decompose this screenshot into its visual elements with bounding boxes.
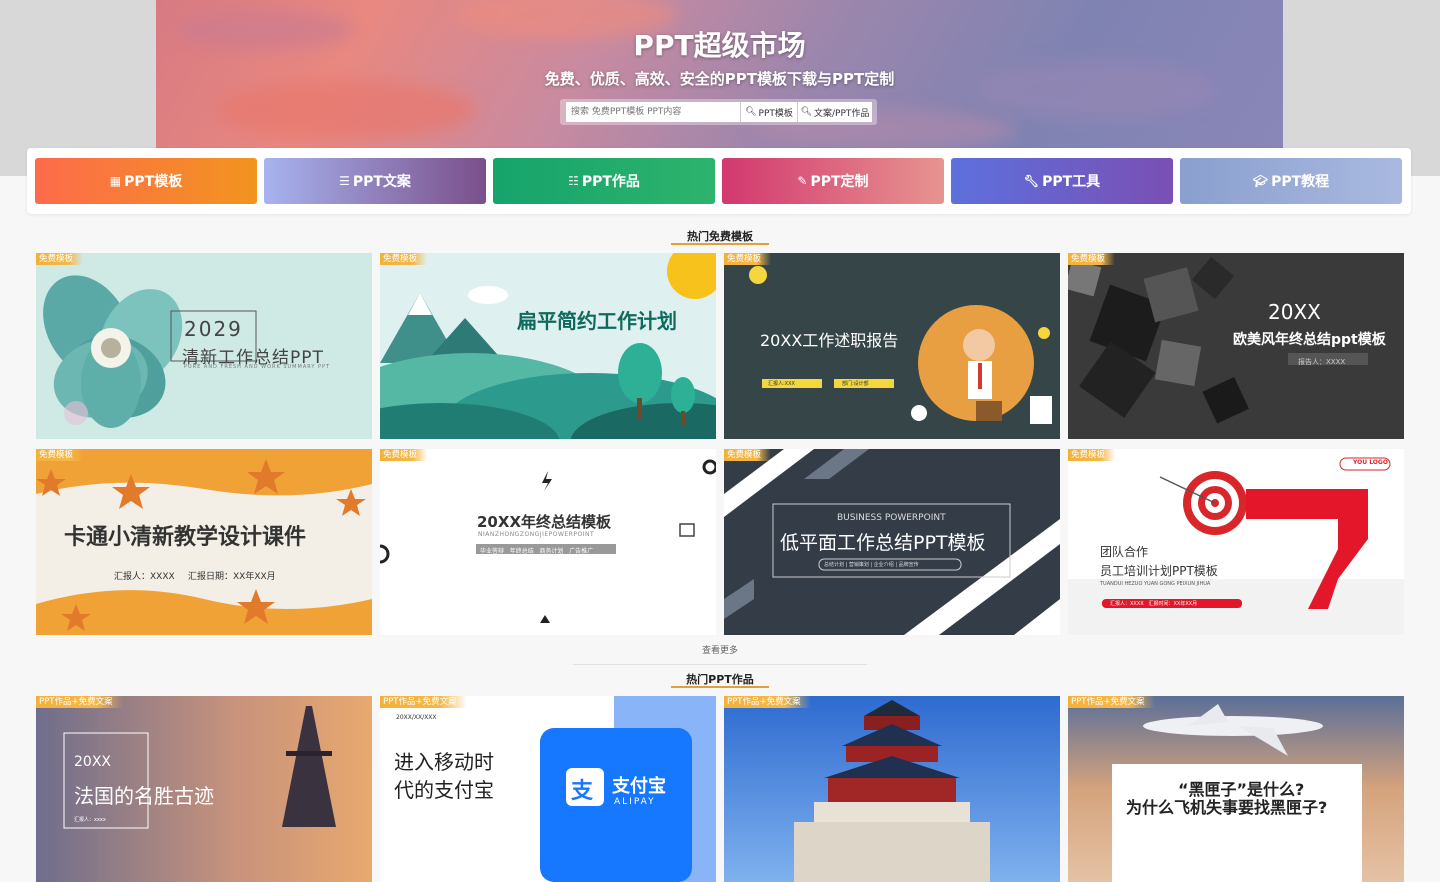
hero-banner: PPT超级市场 免费、优质、高效、安全的PPT模板下载与PPT定制 bbox=[156, 0, 1283, 148]
card-text: 汇报日期：XX年XX月 bbox=[188, 572, 276, 582]
free-template-tag: 免费模板 bbox=[380, 253, 428, 265]
alipay-logo-icon: 支 bbox=[571, 779, 594, 804]
card-text: ALIPAY bbox=[614, 797, 656, 807]
works-card[interactable]: PPT作品+免费文案 “黑匣子”是什么? 为什么飞机失事要找黑匣子? bbox=[1068, 696, 1404, 882]
template-thumbnail bbox=[380, 253, 716, 439]
search-ppt-template-button[interactable]: 🔍︎ PPT模板 bbox=[740, 102, 797, 122]
template-card[interactable]: 免费模板 BUSINESS POWERPOINT 低平面工作总结PPT模板 总结… bbox=[724, 449, 1060, 635]
search-icon: 🔍︎ bbox=[745, 107, 757, 117]
section-title-ppt-works: 热门PPT作品 bbox=[686, 673, 754, 686]
site-subtitle: 免费、优质、高效、安全的PPT模板下载与PPT定制 bbox=[544, 70, 895, 88]
search-copy-works-label: 文案/PPT作品 bbox=[814, 108, 870, 119]
category-label: PPT工具 bbox=[1042, 174, 1101, 190]
card-text: 员工培训计划PPT模板 bbox=[1100, 564, 1218, 578]
works-tag: PPT作品+免费文案 bbox=[380, 696, 467, 708]
works-card[interactable]: PPT作品+免费文案 20XX/XX/XXX 进入移动时 代的支付宝 支 支付宝… bbox=[380, 696, 716, 882]
card-text: 汇报人：XXXX 汇报时间：XX年XX月 bbox=[1110, 601, 1198, 607]
free-template-tag: 免费模板 bbox=[1068, 253, 1116, 265]
category-ppt-copy[interactable]: ☰ PPT文案 bbox=[264, 158, 486, 204]
card-text: 2029 bbox=[184, 317, 243, 341]
view-more-link[interactable]: 查看更多 bbox=[0, 643, 1440, 656]
template-card[interactable]: 免费模板 2029 清新工作总结PPT PURE AND FRESH AND W… bbox=[36, 253, 372, 439]
template-card[interactable]: 免费模板 YOU LOGO 团队合作 员工培训计划PPT模板 TUANDUI H… bbox=[1068, 449, 1404, 635]
category-ppt-template[interactable]: ▦ PPT模板 bbox=[35, 158, 257, 204]
graduation-cap-icon: 🎓︎ bbox=[1252, 174, 1269, 188]
works-tag: PPT作品+免费文案 bbox=[36, 696, 123, 708]
site-title: PPT超级市场 bbox=[633, 29, 806, 62]
template-card[interactable]: 免费模板 20XX年终总结模板 NIANZHONGZONGJIEPOWERPOI… bbox=[380, 449, 716, 635]
card-text: 20XX/XX/XXX bbox=[396, 714, 437, 721]
section-underline bbox=[671, 686, 769, 688]
works-card[interactable]: PPT作品+免费文案 bbox=[724, 696, 1060, 882]
template-card[interactable]: 免费模板 扁平简约工作计划 bbox=[380, 253, 716, 439]
card-text: BUSINESS POWERPOINT bbox=[837, 513, 946, 523]
template-thumbnail bbox=[1068, 449, 1404, 635]
card-text: 毕业答辩 年终总结 商务计划 广告推广 bbox=[480, 548, 594, 555]
template-card[interactable]: 免费模板 卡通小清新教学设计课件 汇报人：XXXX 汇报日期：XX年XX月 bbox=[36, 449, 372, 635]
template-thumbnail bbox=[380, 449, 716, 635]
template-card[interactable]: 免费模板 20XX工作述职报告 汇报人:XXX 部门:设计部 bbox=[724, 253, 1060, 439]
card-text: YOU LOGO bbox=[1353, 459, 1388, 466]
card-text: 总结计划 | 营销策划 | 企业介绍 | 品牌宣传 bbox=[824, 562, 919, 568]
section-divider bbox=[573, 664, 867, 665]
free-template-tag: 免费模板 bbox=[36, 449, 84, 461]
search-copy-works-button[interactable]: 🔍︎ 文案/PPT作品 bbox=[797, 102, 872, 122]
card-text: 支付宝 bbox=[612, 776, 666, 797]
card-text: 扁平简约工作计划 bbox=[517, 309, 677, 333]
card-text: 汇报人：XXXX bbox=[114, 572, 175, 582]
card-text: 汇报人:XXX bbox=[768, 381, 795, 387]
card-text: 卡通小清新教学设计课件 bbox=[64, 525, 307, 550]
works-tag: PPT作品+免费文案 bbox=[1068, 696, 1155, 708]
th-list-icon: ☷ bbox=[568, 174, 579, 188]
category-ppt-custom[interactable]: ✎ PPT定制 bbox=[722, 158, 944, 204]
free-template-tag: 免费模板 bbox=[724, 253, 772, 265]
free-template-tag: 免费模板 bbox=[36, 253, 84, 265]
search-input[interactable] bbox=[566, 102, 740, 122]
card-text: 进入移动时 bbox=[394, 750, 494, 774]
works-card[interactable]: PPT作品+免费文案 20XX 法国的名胜古迹 汇报人：xxxx bbox=[36, 696, 372, 882]
wrench-icon: 🔧︎ bbox=[1023, 174, 1040, 188]
category-ppt-tutorial[interactable]: 🎓︎ PPT教程 bbox=[1180, 158, 1402, 204]
category-label: PPT作品 bbox=[581, 174, 640, 190]
category-label: PPT教程 bbox=[1271, 174, 1330, 190]
search-icon: 🔍︎ bbox=[800, 107, 813, 117]
list-icon: ☰ bbox=[339, 174, 350, 188]
card-text: 低平面工作总结PPT模板 bbox=[780, 532, 986, 554]
category-ppt-works[interactable]: ☷ PPT作品 bbox=[493, 158, 715, 204]
grid-icon: ▦ bbox=[109, 174, 122, 188]
section-underline bbox=[671, 243, 769, 245]
card-text: NIANZHONGZONGJIEPOWERPOINT bbox=[478, 531, 595, 538]
category-label: PPT模板 bbox=[124, 174, 183, 190]
card-text: 20XX年终总结模板 bbox=[477, 513, 612, 531]
card-text: 法国的名胜古迹 bbox=[74, 784, 214, 808]
card-text: 代的支付宝 bbox=[394, 778, 494, 802]
template-card[interactable]: 免费模板 20XX 欧美风年终总结ppt模板 报告人：XXXX bbox=[1068, 253, 1404, 439]
works-tag: PPT作品+免费文案 bbox=[724, 696, 811, 708]
search-bar: 🔍︎PPT模板 🔍︎文案/PPT作品 bbox=[560, 99, 877, 125]
edit-icon: ✎ bbox=[797, 174, 808, 188]
category-nav: ▦ PPT模板 ☰ PPT文案 ☷ PPT作品 ✎ PPT定制 🔧︎ PPT工具 🎓︎ PP… bbox=[27, 148, 1411, 214]
search-ppt-template-label: PPT模板 bbox=[758, 108, 793, 119]
card-text: 20XX bbox=[1268, 300, 1321, 324]
category-label: PPT文案 bbox=[352, 174, 411, 190]
card-text: 部门:设计部 bbox=[842, 381, 869, 387]
card-text: 团队合作 bbox=[1100, 545, 1149, 559]
works-thumbnail bbox=[724, 696, 1060, 882]
card-text: 20XX bbox=[74, 754, 111, 770]
card-text: TUANDUI HEZUO YUAN GONG PEIXUN JIHUA bbox=[1100, 581, 1211, 587]
card-text: 20XX工作述职报告 bbox=[760, 331, 899, 350]
card-text: 汇报人：xxxx bbox=[74, 817, 106, 823]
card-text: PURE AND FRESH AND WORK SUMMARY PPT bbox=[184, 364, 331, 370]
category-label: PPT定制 bbox=[810, 174, 869, 190]
card-text: 为什么飞机失事要找黑匣子? bbox=[1126, 798, 1328, 817]
card-text: 报告人：XXXX bbox=[1298, 358, 1346, 366]
section-title-free-templates: 热门免费模板 bbox=[687, 230, 753, 243]
free-template-tag: 免费模板 bbox=[1068, 449, 1116, 461]
free-template-tag: 免费模板 bbox=[724, 449, 772, 461]
free-template-tag: 免费模板 bbox=[380, 449, 428, 461]
category-ppt-tools[interactable]: 🔧︎ PPT工具 bbox=[951, 158, 1173, 204]
card-text: 欧美风年终总结ppt模板 bbox=[1233, 332, 1386, 348]
